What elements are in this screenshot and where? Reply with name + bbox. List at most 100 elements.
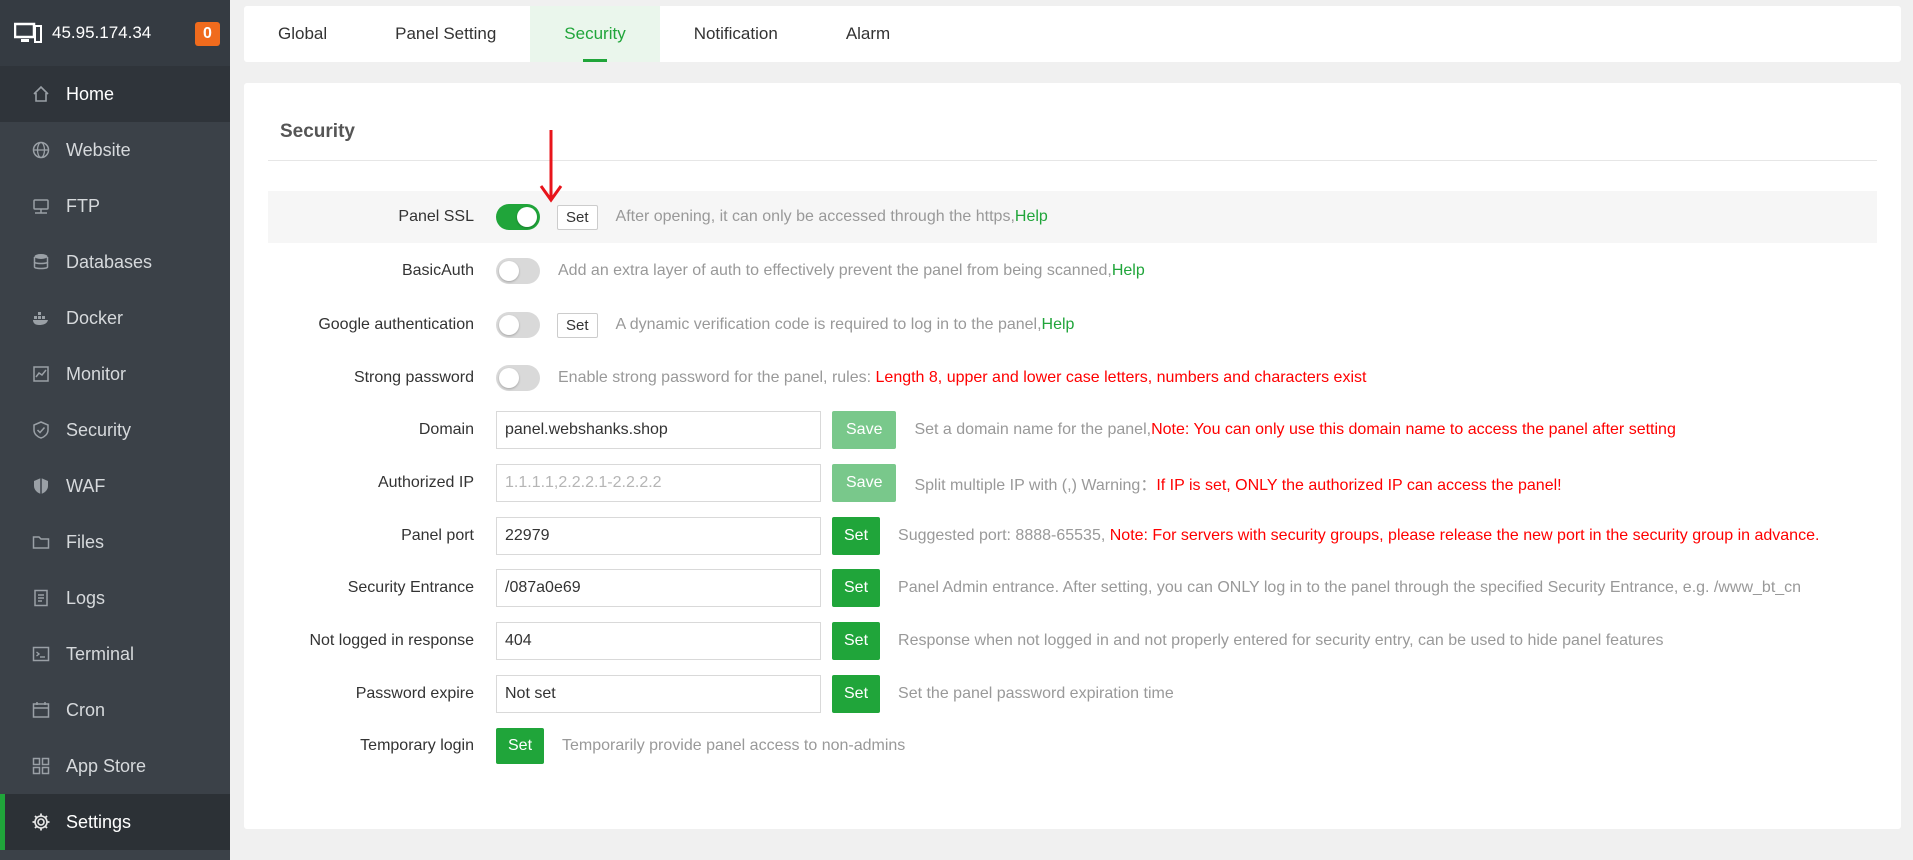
password-expire-input[interactable] [496,675,821,713]
authorized-ip-save-button[interactable]: Save [832,464,897,502]
terminal-icon [30,643,52,665]
temporary-login-description: Temporarily provide panel access to non-… [562,737,906,754]
panel-ssl-help-link[interactable]: Help [1015,208,1048,225]
basic-auth-toggle[interactable] [496,258,540,284]
row-google-auth: Google authentication Set A dynamic veri… [268,299,1877,351]
panel-ssl-set-button[interactable]: Set [557,204,598,230]
sidebar-item-cron[interactable]: Cron [0,682,230,738]
security-entrance-set-button[interactable]: Set [832,569,881,607]
domain-description: Set a domain name for the panel,Note: Yo… [914,421,1676,438]
row-domain: Domain Save Set a domain name for the pa… [268,404,1877,456]
row-security-entrance: Security Entrance Set Panel Admin entran… [268,562,1877,614]
sidebar-item-label: Security [66,419,132,440]
sidebar-item-logs[interactable]: Logs [0,570,230,626]
server-header: 45.95.174.34 0 [0,0,230,66]
panel-ssl-toggle[interactable] [496,204,540,230]
sidebar-item-label: Terminal [66,643,135,664]
not-logged-response-set-button[interactable]: Set [832,622,881,660]
sidebar-item-databases[interactable]: Databases [0,234,230,290]
tab-alarm[interactable]: Alarm [812,6,924,62]
sidebar-item-label: Docker [66,307,124,328]
calendar-icon [30,699,52,721]
panel-port-label: Panel port [401,527,474,544]
sidebar-item-label: Website [66,139,131,160]
panel-ssl-label: Panel SSL [398,208,474,225]
strong-password-description: Enable strong password for the panel, ru… [558,369,1367,386]
google-auth-label: Google authentication [318,316,474,333]
shield-icon [30,419,52,441]
grid-icon [30,755,52,777]
security-entrance-label: Security Entrance [347,579,474,596]
security-entrance-input[interactable] [496,569,821,607]
database-icon [30,251,52,273]
tab-notification[interactable]: Notification [660,6,812,62]
gear-icon [30,811,52,833]
password-expire-set-button[interactable]: Set [832,675,881,713]
password-expire-description: Set the panel password expiration time [898,685,1174,702]
sidebar-item-label: Databases [66,251,153,272]
sidebar-item-ftp[interactable]: FTP [0,178,230,234]
sidebar-item-security[interactable]: Security [0,402,230,458]
sidebar-item-label: Monitor [66,363,127,384]
sidebar-item-website[interactable]: Website [0,122,230,178]
row-authorized-ip: Authorized IP Save Split multiple IP wit… [268,457,1877,509]
authorized-ip-description: Split multiple IP with (,) Warning：If IP… [914,477,1562,494]
temporary-login-set-button[interactable]: Set [496,728,545,764]
tab-panel-setting[interactable]: Panel Setting [361,6,530,62]
sidebar-item-monitor[interactable]: Monitor [0,346,230,402]
password-expire-label: Password expire [355,685,474,702]
domain-input[interactable] [496,411,821,449]
logs-icon [30,587,52,609]
domain-note: Note: You can only use this domain name … [1151,421,1676,438]
strong-password-toggle[interactable] [496,365,540,391]
google-auth-set-button[interactable]: Set [557,312,598,338]
basic-auth-help-link[interactable]: Help [1112,262,1145,279]
panel-port-note: Note: For servers with security groups, … [1109,527,1820,544]
sidebar-item-label: Files [66,531,105,552]
domain-label: Domain [418,421,474,438]
row-password-expire: Password expire Set Set the panel passwo… [268,668,1877,720]
waf-shield-icon [30,475,52,497]
notification-badge[interactable]: 0 [195,22,220,46]
server-ip: 45.95.174.34 [52,23,152,42]
sidebar-item-app-store[interactable]: App Store [0,738,230,794]
domain-save-button[interactable]: Save [832,411,897,449]
temporary-login-label: Temporary login [360,737,474,754]
sidebar-item-home[interactable]: Home [0,66,230,122]
security-card: Security Panel SSL Set After opening, it… [244,83,1901,829]
computer-icon [13,22,42,44]
sidebar-item-label: Cron [66,699,106,720]
row-not-logged-response: Not logged in response Set Response when… [268,615,1877,667]
not-logged-response-label: Not logged in response [309,632,474,649]
basic-auth-description: Add an extra layer of auth to effectivel… [558,262,1145,279]
settings-tabs: Global Panel Setting Security Notificati… [244,6,1901,62]
sidebar-item-label: FTP [66,195,100,216]
sidebar-item-label: Logs [66,587,106,608]
row-panel-ssl: Panel SSL Set After opening, it can only… [268,191,1877,243]
folder-icon [30,531,52,553]
not-logged-response-description: Response when not logged in and not prop… [898,632,1664,649]
tab-security[interactable]: Security [530,6,660,62]
panel-port-set-button[interactable]: Set [832,517,881,555]
not-logged-response-input[interactable] [496,622,821,660]
sidebar-item-label: Home [66,83,115,104]
google-auth-toggle[interactable] [496,312,540,338]
google-auth-help-link[interactable]: Help [1042,316,1075,333]
sidebar-item-settings[interactable]: Settings [0,794,230,850]
sidebar-item-files[interactable]: Files [0,514,230,570]
google-auth-description: A dynamic verification code is required … [615,316,1075,333]
divider [268,160,1877,161]
sidebar-item-label: WAF [66,475,106,496]
sidebar-item-waf[interactable]: WAF [0,458,230,514]
tab-global[interactable]: Global [244,6,361,62]
authorized-ip-input[interactable] [496,464,821,502]
panel-port-input[interactable] [496,517,821,555]
authorized-ip-label: Authorized IP [377,474,474,491]
row-temporary-login: Temporary login Set Temporarily provide … [268,720,1877,772]
security-entrance-description: Panel Admin entrance. After setting, you… [898,579,1802,596]
row-panel-port: Panel port Set Suggested port: 8888-6553… [268,510,1877,562]
home-icon [30,83,52,105]
sidebar-item-terminal[interactable]: Terminal [0,626,230,682]
annotation-arrow-icon [539,130,563,203]
sidebar-item-docker[interactable]: Docker [0,290,230,346]
